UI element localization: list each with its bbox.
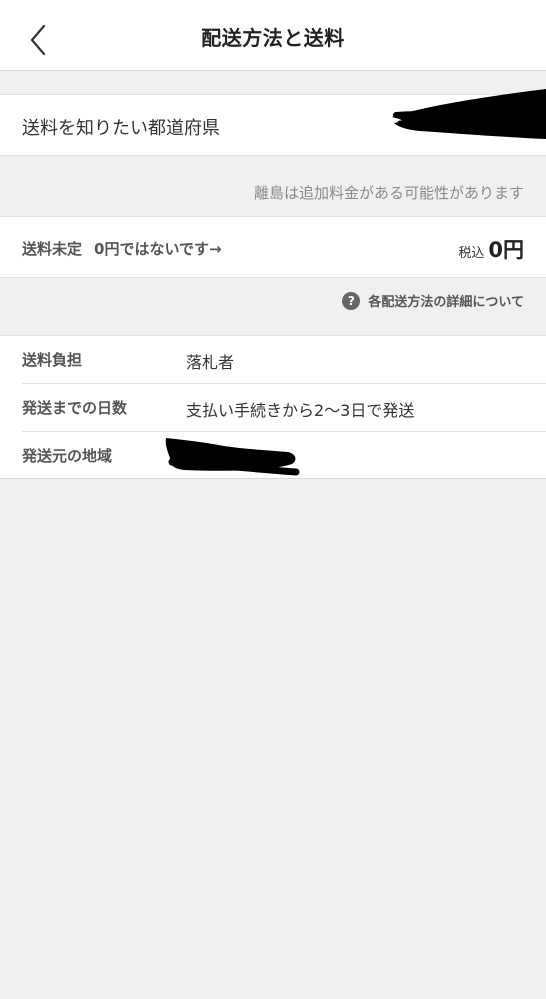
info-value: 支払い手続きから2〜3日で発送 [186, 401, 415, 420]
info-label: 発送までの日数 [22, 399, 128, 417]
redaction-mark [165, 438, 300, 476]
fee-comment: 0円ではないです→ [94, 240, 222, 258]
info-row-shipping-payer: 送料負担 落札者 [0, 336, 546, 384]
header-bar: 配送方法と送料 [0, 0, 546, 71]
tax-included-label: 税込 [458, 246, 485, 261]
page-title: 配送方法と送料 [201, 26, 345, 50]
prefecture-selector[interactable]: 送料を知りたい都道府県 [0, 89, 546, 156]
info-row-days-to-ship: 発送までの日数 支払い手続きから2〜3日で発送 [0, 384, 546, 432]
shipping-fee-row: 送料未定 0円ではないです→ 税込 0円 [0, 216, 546, 278]
info-row-origin-region: 発送元の地域 [0, 432, 546, 480]
shipping-info-table: 送料負担 落札者 発送までの日数 支払い手続きから2〜3日で発送 発送元の地域 [0, 335, 546, 479]
info-value: 落札者 [186, 353, 235, 372]
island-note: 離島は追加料金がある可能性があります [253, 184, 524, 202]
fee-amount-group: 税込 0円 [458, 234, 524, 264]
question-circle-icon: ? [342, 291, 361, 310]
prefecture-label: 送料を知りたい都道府県 [22, 118, 220, 139]
redaction-mark [392, 89, 546, 139]
fee-amount: 0円 [488, 238, 524, 262]
fee-status-group: 送料未定 0円ではないです→ [22, 238, 222, 259]
info-label: 発送元の地域 [22, 447, 113, 465]
fee-status: 送料未定 [22, 240, 83, 258]
shipping-details-link[interactable]: ? 各配送方法の詳細について [342, 291, 524, 310]
info-label: 送料負担 [22, 351, 83, 369]
shipping-details-label: 各配送方法の詳細について [368, 295, 524, 310]
